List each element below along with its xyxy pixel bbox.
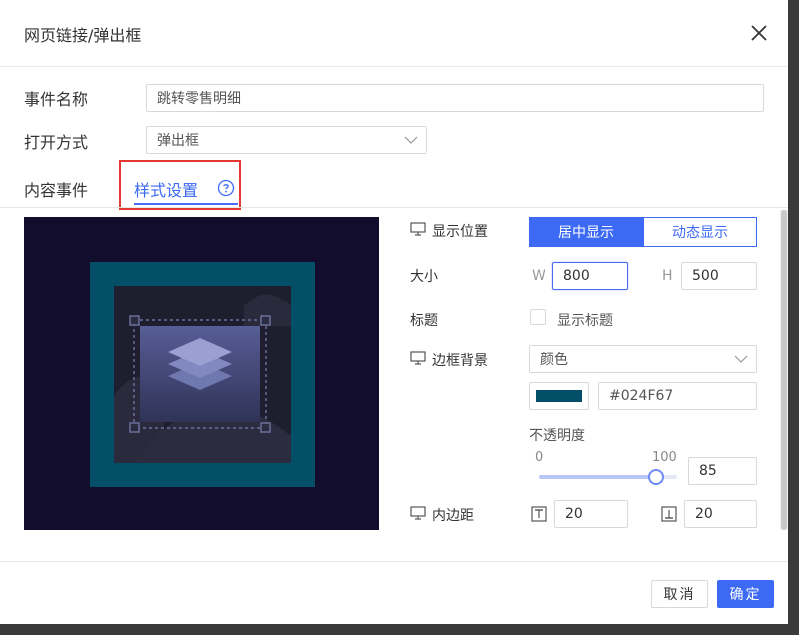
padding-top-value: 20 xyxy=(565,506,583,522)
open-mode-select[interactable]: 弹出框 xyxy=(146,126,427,154)
background-bottom-edge xyxy=(0,624,799,635)
width-input[interactable]: 800 xyxy=(552,262,628,290)
chevron-down-icon xyxy=(404,132,418,148)
opacity-slider-fill xyxy=(539,475,656,479)
open-mode-label: 打开方式 xyxy=(24,133,89,152)
dynamic-display-button[interactable]: 动态显示 xyxy=(643,217,757,247)
settings-scroll-thumb[interactable] xyxy=(781,210,787,530)
close-icon[interactable] xyxy=(748,22,770,44)
center-display-button[interactable]: 居中显示 xyxy=(529,217,643,247)
ok-button[interactable]: 确定 xyxy=(717,580,774,608)
opacity-max-label: 100 xyxy=(652,450,677,465)
chevron-down-icon xyxy=(734,351,748,367)
event-name-value: 跳转零售明细 xyxy=(157,91,241,107)
dialog-title: 网页链接/弹出框 xyxy=(24,26,142,45)
border-bg-row-label: 边框背景 xyxy=(410,350,488,370)
background-right-edge xyxy=(788,0,799,635)
tab-highlight-box xyxy=(119,160,241,210)
tab-content-event[interactable]: 内容事件 xyxy=(24,177,88,201)
footer-divider xyxy=(0,561,788,562)
width-value: 800 xyxy=(563,268,590,284)
cancel-button[interactable]: 取消 xyxy=(651,580,708,608)
opacity-slider-thumb[interactable] xyxy=(648,469,664,485)
color-swatch xyxy=(536,390,582,402)
padding-row-label: 内边距 xyxy=(410,505,474,525)
event-name-input[interactable]: 跳转零售明细 xyxy=(146,84,764,112)
dialog: 网页链接/弹出框 事件名称 跳转零售明细 打开方式 弹出框 内容事件 样式设置 xyxy=(0,0,788,624)
padding-bottom-icon xyxy=(661,506,677,526)
dialog-header: 网页链接/弹出框 xyxy=(0,0,788,67)
height-letter: H xyxy=(662,268,673,284)
preview-content-area xyxy=(114,286,291,463)
color-picker-button[interactable] xyxy=(529,382,589,410)
size-label: 大小 xyxy=(410,269,438,285)
opacity-min-label: 0 xyxy=(535,450,544,465)
opacity-label: 不透明度 xyxy=(529,428,585,444)
color-hex-input[interactable]: #024F67 xyxy=(598,382,757,410)
style-preview xyxy=(24,217,379,530)
monitor-icon xyxy=(410,351,426,369)
display-position-row-label: 显示位置 xyxy=(410,221,488,241)
show-title-checkbox[interactable] xyxy=(530,309,546,325)
opacity-value: 85 xyxy=(699,463,717,479)
border-bg-type-value: 颜色 xyxy=(540,352,568,368)
border-bg-type-select[interactable]: 颜色 xyxy=(529,345,757,373)
border-bg-label: 边框背景 xyxy=(432,353,488,369)
display-position-label: 显示位置 xyxy=(432,224,488,240)
padding-top-input[interactable]: 20 xyxy=(554,500,628,528)
settings-scrollbar[interactable] xyxy=(780,210,788,530)
width-letter: W xyxy=(532,268,546,284)
padding-label: 内边距 xyxy=(432,508,474,524)
tab-divider xyxy=(0,207,788,208)
padding-bottom-input[interactable]: 20 xyxy=(684,500,757,528)
opacity-slider[interactable] xyxy=(539,469,677,485)
monitor-icon xyxy=(410,506,426,524)
title-label: 标题 xyxy=(410,313,438,329)
opacity-input[interactable]: 85 xyxy=(688,457,757,485)
preview-illustration xyxy=(114,294,291,463)
open-mode-value: 弹出框 xyxy=(157,133,199,149)
padding-top-icon xyxy=(531,506,547,526)
event-name-label: 事件名称 xyxy=(24,90,89,109)
preview-border-frame xyxy=(90,262,315,487)
show-title-label: 显示标题 xyxy=(557,313,613,329)
height-input[interactable]: 500 xyxy=(681,262,757,290)
color-hex-value: #024F67 xyxy=(609,388,674,404)
monitor-icon xyxy=(410,222,426,240)
height-value: 500 xyxy=(692,268,719,284)
padding-bottom-value: 20 xyxy=(695,506,713,522)
